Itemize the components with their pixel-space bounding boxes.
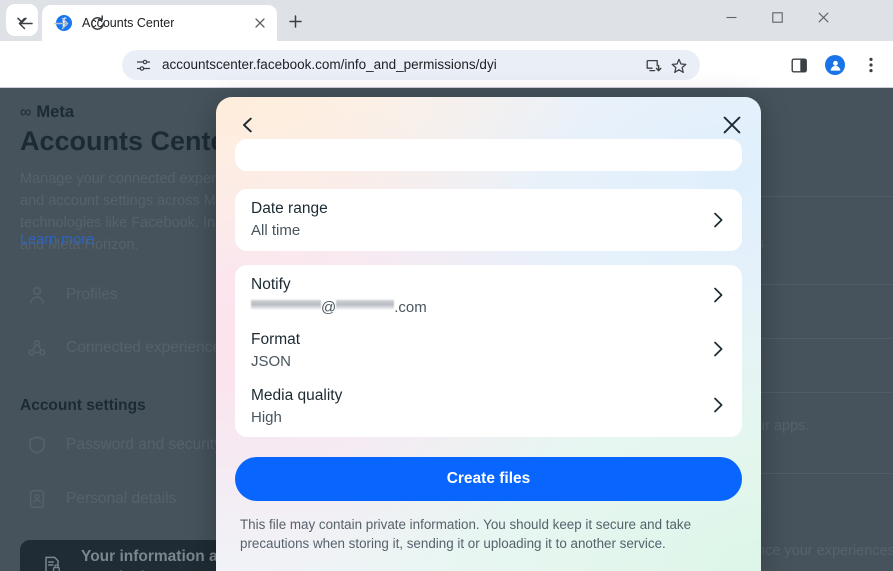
row-value: JSON xyxy=(251,353,292,370)
reload-button[interactable] xyxy=(82,8,112,38)
notify-email-redacted: @ .com xyxy=(251,299,427,316)
connected-nodes-icon xyxy=(26,337,48,359)
account-avatar-icon xyxy=(825,55,845,75)
row-media-quality[interactable]: Media quality High xyxy=(235,378,742,434)
row-title: Notify xyxy=(251,276,291,293)
profile-avatar-button[interactable] xyxy=(820,50,850,80)
tune-sliders-icon[interactable] xyxy=(135,57,152,74)
back-button[interactable] xyxy=(10,8,40,38)
document-lock-icon xyxy=(41,554,63,571)
address-bar-url: accountscenter.facebook.com/info_and_per… xyxy=(162,57,497,72)
row-value: High xyxy=(251,409,282,426)
row-title: Format xyxy=(251,331,301,348)
row-format[interactable]: Format JSON xyxy=(235,322,742,378)
id-card-icon xyxy=(26,488,48,510)
chevron-right-icon xyxy=(708,395,728,415)
modal-surface: Date range All time Notify @ .com Format… xyxy=(216,97,761,571)
date-range-card: Date range All time xyxy=(235,189,742,251)
meta-brand-name: Meta xyxy=(36,103,74,121)
right-text-fragment: ur apps. xyxy=(757,418,810,434)
three-dots-menu-icon[interactable] xyxy=(856,50,886,80)
options-card: Notify @ .com Format JSON Media quality … xyxy=(235,265,742,437)
window-close-button[interactable] xyxy=(800,0,846,34)
new-tab-button[interactable] xyxy=(282,8,308,34)
email-tld: .com xyxy=(394,299,427,316)
content-divider xyxy=(760,284,893,285)
tab-strip: f Accounts Center xyxy=(0,0,893,41)
sidebar-item-label: Personal details xyxy=(66,490,177,507)
content-divider xyxy=(760,338,893,339)
chevron-right-icon xyxy=(708,285,728,305)
chevron-right-icon xyxy=(708,339,728,359)
sidebar-item-label: Connected experiences xyxy=(66,339,229,356)
sidebar-item-label: Password and security xyxy=(66,436,222,453)
window-minimize-button[interactable] xyxy=(708,0,754,34)
download-information-modal: Date range All time Notify @ .com Format… xyxy=(216,97,761,571)
browser-tab[interactable]: f Accounts Center xyxy=(42,5,277,41)
redacted-bar-domain xyxy=(336,299,395,310)
chevron-right-icon xyxy=(708,210,728,230)
row-title: Media quality xyxy=(251,387,343,404)
row-value: All time xyxy=(251,222,301,239)
create-files-button[interactable]: Create files xyxy=(235,457,742,501)
learn-more-link[interactable]: Learn more xyxy=(20,232,94,248)
content-divider xyxy=(760,392,893,393)
shield-icon xyxy=(26,434,48,456)
side-panel-icon[interactable] xyxy=(784,50,814,80)
scrolled-card-top[interactable] xyxy=(235,139,742,171)
forward-button xyxy=(46,8,76,38)
person-icon xyxy=(26,284,48,306)
row-notify[interactable]: Notify @ .com xyxy=(235,265,742,324)
bookmark-star-icon[interactable] xyxy=(667,54,690,77)
sidebar-section-heading: Account settings xyxy=(20,397,146,414)
sidebar-item-label: Profiles xyxy=(66,286,118,303)
row-title: Date range xyxy=(251,200,328,217)
privacy-disclaimer: This file may contain private informatio… xyxy=(240,517,692,551)
content-divider xyxy=(760,473,893,474)
modal-close-button[interactable] xyxy=(716,109,748,141)
sidebar-selected-label-line1: Your information and xyxy=(81,548,237,565)
tab-close-icon[interactable] xyxy=(251,14,269,32)
row-date-range[interactable]: Date range All time xyxy=(235,189,742,251)
meta-logo: ∞ Meta xyxy=(20,103,74,122)
meta-infinity-icon: ∞ xyxy=(20,103,31,121)
modal-back-button[interactable] xyxy=(232,109,264,141)
install-app-icon[interactable] xyxy=(642,54,665,77)
content-divider xyxy=(760,196,893,197)
address-bar[interactable]: accountscenter.facebook.com/info_and_per… xyxy=(122,50,700,80)
browser-window: f Accounts Center accountscenter.faceboo… xyxy=(0,0,893,571)
email-at-symbol: @ xyxy=(321,299,337,316)
window-maximize-button[interactable] xyxy=(754,0,800,34)
redacted-bar-local xyxy=(251,299,321,310)
right-text-fragment: nce your experiences xyxy=(757,543,893,559)
page-title: Accounts Center xyxy=(20,126,237,156)
